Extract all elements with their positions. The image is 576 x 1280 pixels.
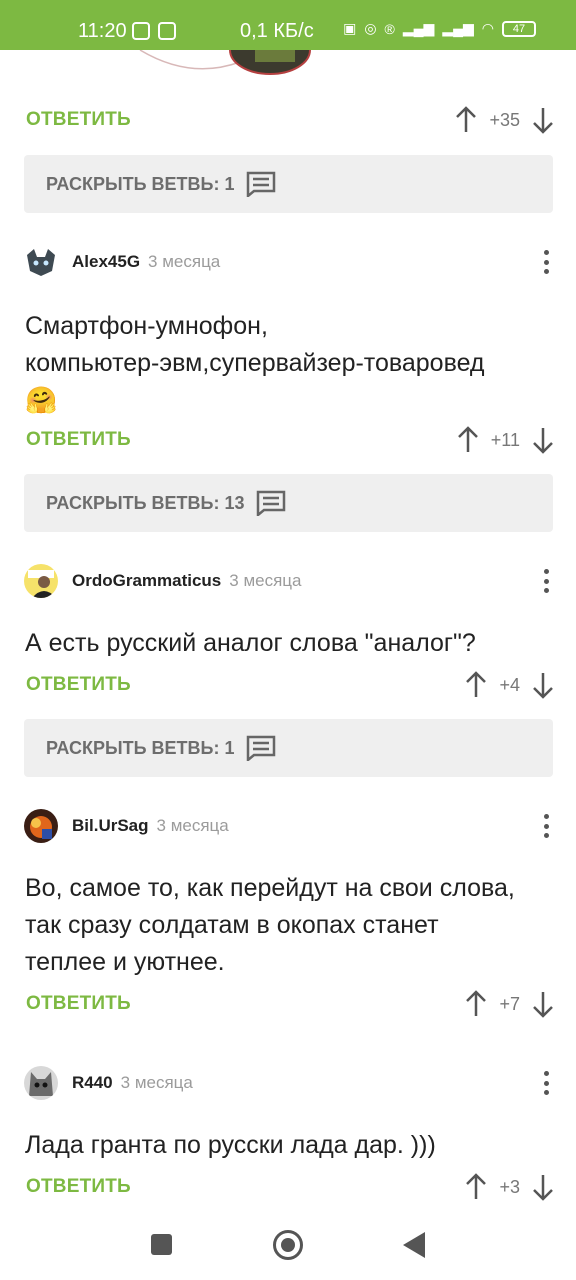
comment-time: 3 месяца	[229, 571, 302, 590]
comment-actions: ОТВЕТИТЬ +35	[26, 100, 554, 140]
expand-thread-button[interactable]: РАСКРЫТЬ ВЕТВЬ: 1	[24, 155, 553, 213]
comment-image-fragment[interactable]	[130, 50, 320, 80]
back-icon[interactable]	[403, 1232, 425, 1258]
expand-thread-label: РАСКРЫТЬ ВЕТВЬ: 1	[46, 737, 235, 758]
vote-block: +35	[455, 106, 554, 134]
reply-button[interactable]: ОТВЕТИТЬ	[26, 674, 131, 696]
comment-actions: ОТВЕТИТЬ +4	[26, 665, 554, 705]
upvote-icon[interactable]	[465, 1173, 487, 1201]
upvote-icon[interactable]	[457, 426, 479, 454]
nfc-icon: ▣	[343, 20, 357, 36]
vote-count: +35	[489, 109, 520, 130]
comment-actions: ОТВЕТИТЬ +3	[26, 1167, 554, 1207]
avatar[interactable]	[24, 809, 58, 843]
signal-icon: ▂▄▆	[402, 20, 435, 36]
home-icon[interactable]	[273, 1230, 303, 1260]
avatar[interactable]	[24, 564, 58, 598]
alarm-icon: ◎	[364, 20, 377, 36]
downvote-icon[interactable]	[532, 990, 554, 1018]
comment-header: Alex45G 3 месяца	[24, 244, 554, 280]
status-icons: ▣ ◎ ® ▂▄▆ ▂▄▆ ◠ 47	[343, 20, 536, 37]
reply-button[interactable]: ОТВЕТИТЬ	[26, 993, 131, 1015]
comment-time: 3 месяца	[148, 252, 221, 271]
vote-count: +7	[499, 993, 520, 1014]
comment-text: Лада гранта по русски лада дар. )))	[25, 1131, 436, 1159]
comments-icon	[257, 490, 286, 516]
vote-block: +3	[465, 1173, 554, 1201]
author-name[interactable]: R440	[72, 1073, 113, 1093]
reply-button[interactable]: ОТВЕТИТЬ	[26, 1176, 131, 1198]
vote-count: +4	[499, 674, 520, 695]
avatar[interactable]	[24, 245, 58, 279]
comment-header: Bil.UrSag 3 месяца	[24, 808, 554, 844]
expand-thread-button[interactable]: РАСКРЫТЬ ВЕТВЬ: 1	[24, 719, 553, 777]
comment-time: 3 месяца	[156, 816, 229, 835]
comment-actions: ОТВЕТИТЬ +11	[26, 420, 554, 460]
vote-count: +3	[499, 1176, 520, 1197]
comments-icon	[247, 735, 276, 761]
comment-text: Во, самое то, как перейдут на свои слова…	[25, 874, 515, 976]
author-name[interactable]: Alex45G	[72, 252, 140, 272]
hugging-emoji: 🤗	[25, 385, 58, 415]
telegram-icon	[132, 22, 150, 40]
signal-2-icon: ▂▄▆	[442, 20, 474, 36]
vote-count: +11	[490, 429, 520, 450]
avatar[interactable]	[24, 1066, 58, 1100]
reply-button[interactable]: ОТВЕТИТЬ	[26, 429, 131, 451]
more-options-icon[interactable]	[544, 814, 550, 838]
vote-block: +4	[465, 671, 554, 699]
net-speed: 0,1 КБ/с	[240, 20, 314, 42]
more-options-icon[interactable]	[544, 569, 550, 593]
reply-button[interactable]: ОТВЕТИТЬ	[26, 109, 131, 131]
expand-thread-label: РАСКРЫТЬ ВЕТВЬ: 13	[46, 492, 245, 513]
status-bar: 11:20 0,1 КБ/с ▣ ◎ ® ▂▄▆ ▂▄▆ ◠ 47	[0, 0, 576, 50]
more-options-icon[interactable]	[544, 250, 550, 274]
comment-text: Смартфон-умнофон, компьютер-эвм,супервай…	[25, 308, 555, 419]
author-name[interactable]: OrdoGrammaticus	[72, 571, 221, 591]
more-options-icon[interactable]	[544, 1071, 550, 1095]
downvote-icon[interactable]	[532, 671, 554, 699]
comment-text: А есть русский аналог слова "аналог"?	[25, 629, 476, 657]
comment-actions: ОТВЕТИТЬ +7	[26, 984, 554, 1024]
comment-header: R440 3 месяца	[24, 1065, 554, 1101]
upvote-icon[interactable]	[465, 671, 487, 699]
upvote-icon[interactable]	[465, 990, 487, 1018]
downvote-icon[interactable]	[532, 106, 554, 134]
recents-icon[interactable]	[151, 1234, 172, 1255]
wifi-icon: ◠	[481, 20, 494, 36]
comment-header: OrdoGrammaticus 3 месяца	[24, 563, 554, 599]
upvote-icon[interactable]	[455, 106, 477, 134]
registered-icon: ®	[384, 20, 395, 37]
comments-icon	[247, 171, 276, 197]
downvote-icon[interactable]	[532, 426, 554, 454]
vote-block: +11	[457, 426, 554, 454]
downvote-icon[interactable]	[532, 1173, 554, 1201]
instagram-icon	[158, 22, 176, 40]
status-time: 11:20	[78, 20, 127, 42]
vote-block: +7	[465, 990, 554, 1018]
expand-thread-button[interactable]: РАСКРЫТЬ ВЕТВЬ: 13	[24, 474, 553, 532]
battery-icon: 47	[502, 20, 536, 37]
comment-time: 3 месяца	[120, 1073, 193, 1092]
system-nav-bar	[0, 1210, 576, 1280]
expand-thread-label: РАСКРЫТЬ ВЕТВЬ: 1	[46, 173, 235, 194]
author-name[interactable]: Bil.UrSag	[72, 816, 149, 836]
